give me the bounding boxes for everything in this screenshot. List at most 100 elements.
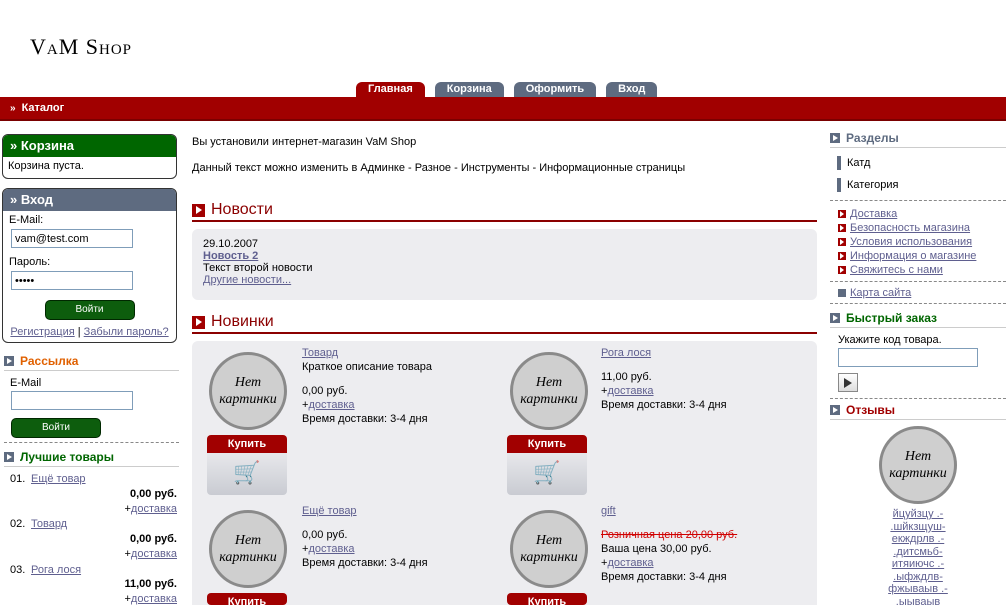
product-price: 0,00 руб. [302, 385, 348, 397]
no-image-placeholder[interactable]: Нет картинки [510, 352, 588, 430]
sitemap-row: Карта сайта [830, 287, 1006, 299]
site-logo[interactable]: VaM Shop [30, 34, 132, 60]
top-tabs: Главная Корзина Оформить Вход [356, 82, 658, 97]
login-box: » Вход E-Mail: Пароль: Войти Регистрация… [2, 188, 177, 343]
newsletter-subscribe-button[interactable]: Войти [11, 418, 101, 438]
bestseller-name[interactable]: Товард [31, 518, 67, 530]
product-card: Товард Краткое описание товара 0,00 руб.… [302, 346, 432, 426]
password-field[interactable] [11, 271, 133, 290]
category-item[interactable]: Катд [830, 156, 1006, 170]
reviews-title: Отзывы [846, 403, 896, 417]
divider [830, 398, 1006, 399]
arrow-square-icon [830, 405, 840, 415]
review-line[interactable]: .дитсмьб- [876, 546, 960, 559]
review-line[interactable]: йцуйзцу .- [876, 508, 960, 521]
product-card: Ещё товар 0,00 руб. +доставка Время дост… [302, 504, 428, 570]
intro-text: Вы установили интернет-магазин VaM Shop [192, 136, 417, 148]
info-link-contact[interactable]: Свяжитесь с нами [850, 263, 943, 277]
bestseller-delivery-link[interactable]: доставка [131, 593, 177, 605]
cart-icon: 🛒 [233, 460, 261, 485]
category-label: Категория [847, 179, 899, 191]
forgot-password-link[interactable]: Забыли пароль? [84, 326, 169, 338]
product-name-link[interactable]: Рога лося [601, 346, 727, 360]
review-line[interactable]: екждрлв .- [876, 533, 960, 546]
review-text: йцуйзцу .- .шйкзщуш- екждрлв .- .дитсмьб… [876, 508, 960, 605]
info-link-terms[interactable]: Условия использования [850, 235, 972, 249]
play-arrow-icon [844, 377, 852, 388]
register-link[interactable]: Регистрация [10, 326, 74, 338]
delivery-link[interactable]: доставка [607, 557, 653, 569]
delivery-link[interactable]: доставка [607, 385, 653, 397]
product-name-link[interactable]: gift [601, 504, 737, 518]
divider [830, 303, 1006, 304]
product-price: 0,00 руб. [302, 529, 348, 541]
info-link-about[interactable]: Информация о магазине [850, 249, 976, 263]
tab-home[interactable]: Главная [356, 82, 425, 97]
buy-button[interactable]: Купить 🛒 [207, 435, 287, 495]
news-date: 29.10.2007 [203, 238, 259, 250]
info-links: Доставка Безопасность магазина Условия и… [830, 207, 1006, 277]
buy-label: Купить [207, 593, 287, 605]
review-line[interactable]: .ыываыв [876, 596, 960, 605]
bestseller-price: 0,00 руб. [129, 533, 177, 545]
review-line[interactable]: итяиючс .- [876, 558, 960, 571]
product-code-input[interactable] [838, 348, 978, 367]
delivery-time: Время доставки: 3-4 дня [601, 571, 727, 583]
retail-price: Розничная цена 20,00 руб. [601, 529, 738, 541]
arrow-square-icon [830, 313, 840, 323]
password-label: Пароль: [9, 256, 51, 268]
buy-label: Купить [507, 593, 587, 605]
square-icon [838, 289, 846, 297]
divider [830, 200, 1006, 201]
cart-empty-text: Корзина пуста. [8, 160, 84, 172]
buy-button[interactable]: Купить [207, 593, 287, 605]
no-image-placeholder[interactable]: Нет картинки [209, 510, 287, 588]
email-label: E-Mail: [9, 214, 44, 226]
no-image-placeholder[interactable]: Нет картинки [209, 352, 287, 430]
delivery-link[interactable]: доставка [308, 543, 354, 555]
buy-button[interactable]: Купить 🛒 [507, 435, 587, 495]
category-item[interactable]: Категория [830, 178, 1006, 192]
product-price: Ваша цена 30,00 руб. [601, 543, 712, 555]
category-bar-icon [837, 156, 841, 170]
login-button[interactable]: Войти [44, 300, 135, 320]
review-line[interactable]: .шйкзщуш- [876, 521, 960, 534]
quick-order-label: Укажите код товара. [838, 334, 942, 346]
quick-order-submit[interactable] [838, 373, 858, 392]
newsletter-email-label: E-Mail [10, 377, 42, 389]
news-title: Новости [211, 201, 273, 218]
delivery-time: Время доставки: 3-4 дня [302, 413, 428, 425]
more-news-link[interactable]: Другие новости... [203, 274, 806, 286]
info-link-security[interactable]: Безопасность магазина [850, 221, 970, 235]
sitemap-link[interactable]: Карта сайта [850, 287, 911, 299]
bestseller-name[interactable]: Ещё товар [31, 473, 86, 485]
buy-button[interactable]: Купить [507, 593, 587, 605]
review-line[interactable]: .ыфждлв- [876, 571, 960, 584]
info-link-delivery[interactable]: Доставка [850, 207, 897, 221]
news-item-text: Текст второй новости [203, 262, 313, 274]
bestseller-price: 0,00 руб. [129, 488, 177, 500]
sections-title: Разделы [846, 131, 899, 145]
tab-login[interactable]: Вход [606, 82, 658, 97]
reviews-block: Отзывы [830, 403, 1006, 420]
product-name-link[interactable]: Ещё товар [302, 504, 428, 518]
bestseller-delivery-link[interactable]: доставка [131, 503, 177, 515]
delivery-link[interactable]: доставка [308, 399, 354, 411]
email-field[interactable] [11, 229, 133, 248]
catalog-link[interactable]: Каталог [22, 102, 65, 114]
tab-checkout[interactable]: Оформить [513, 82, 597, 97]
no-image-placeholder[interactable]: Нет картинки [879, 426, 957, 504]
product-name-link[interactable]: Товард [302, 346, 432, 360]
news-item-link[interactable]: Новость 2 [203, 250, 806, 262]
tab-cart[interactable]: Корзина [434, 82, 504, 97]
cart-box-title[interactable]: » Корзина [3, 135, 176, 157]
bestseller-price: 11,00 руб. [124, 578, 177, 590]
review-line[interactable]: фжываыв .- [876, 583, 960, 596]
login-box-title[interactable]: » Вход [3, 189, 176, 211]
catalog-bar: » Каталог [0, 97, 1006, 121]
bestseller-delivery-link[interactable]: доставка [131, 548, 177, 560]
bestseller-name[interactable]: Рога лося [31, 564, 81, 576]
product-price: 11,00 руб. [601, 371, 652, 383]
no-image-placeholder[interactable]: Нет картинки [510, 510, 588, 588]
newsletter-email-field[interactable] [11, 391, 133, 410]
